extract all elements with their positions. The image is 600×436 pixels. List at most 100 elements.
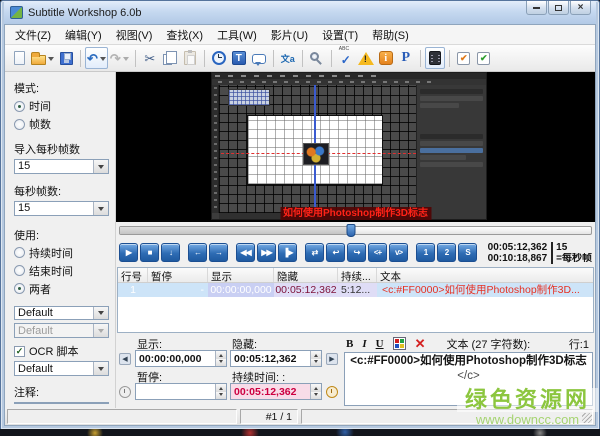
menu-view[interactable]: 视图(V) — [109, 25, 160, 45]
mark-point1-button[interactable]: 1 — [416, 243, 435, 262]
menu-edit[interactable]: 编辑(Y) — [58, 25, 109, 45]
set-hide-time-button[interactable]: v> — [389, 243, 408, 262]
spin-up-icon[interactable] — [311, 384, 321, 392]
comment-button[interactable] — [249, 47, 269, 69]
combo-dropdown-button[interactable] — [93, 307, 108, 320]
validate-edit-button[interactable]: ✔ — [454, 47, 474, 69]
title-bar[interactable]: Subtitle Workshop 6.0b × — [4, 1, 596, 24]
column-header-num[interactable]: 行号 — [118, 268, 148, 282]
charset-main-combo[interactable]: Default — [14, 306, 109, 321]
redo-button[interactable]: ↷ — [108, 47, 131, 69]
maximize-button[interactable] — [548, 1, 569, 15]
undo-button[interactable]: ↶ — [85, 47, 108, 69]
hide-time-value[interactable]: 00:05:12,362 — [231, 351, 310, 366]
subtitle-text-input[interactable]: <c:#FF0000>如何使用Photoshop制作3D标志 </c> — [344, 352, 593, 406]
color-palette-icon[interactable] — [393, 337, 406, 350]
sync-button[interactable]: S — [458, 243, 477, 262]
show-time-value[interactable]: 00:00:00,000 — [136, 351, 215, 366]
search-button[interactable] — [307, 47, 327, 69]
spell-check-button[interactable]: ✓ — [336, 47, 356, 69]
loop-button[interactable]: ⇄ — [305, 243, 324, 262]
set-show-time-button[interactable]: <+ — [368, 243, 387, 262]
duration-clock-icon[interactable] — [326, 386, 338, 398]
translate-button[interactable]: 文a — [278, 47, 298, 69]
rewind-button[interactable]: ◀◀ — [236, 243, 255, 262]
information-button[interactable]: i — [376, 47, 396, 69]
next-subtitle-button[interactable]: ↪ — [347, 243, 366, 262]
menu-search[interactable]: 查找(X) — [159, 25, 210, 45]
duration-value[interactable]: 00:05:12,362 — [231, 384, 310, 399]
play-button[interactable]: ▶ — [119, 243, 138, 262]
work-end-radio[interactable]: 结束时间 — [14, 263, 109, 279]
new-file-button[interactable] — [9, 47, 29, 69]
menu-settings[interactable]: 设置(T) — [315, 25, 365, 45]
checkbox-checked-icon[interactable]: ✓ — [14, 346, 25, 357]
seek-slider[interactable] — [119, 226, 592, 235]
ocr-script-combo[interactable]: Default — [14, 361, 109, 376]
stop-button[interactable]: ■ — [140, 243, 159, 262]
video-preview-toggle[interactable] — [425, 47, 445, 69]
menu-tools[interactable]: 工具(W) — [210, 25, 264, 45]
bold-button[interactable]: B — [346, 338, 353, 350]
spin-up-icon[interactable] — [311, 351, 321, 359]
italic-button[interactable]: I — [362, 338, 366, 350]
spin-up-icon[interactable] — [216, 351, 226, 359]
copy-button[interactable] — [160, 47, 180, 69]
resize-grip[interactable] — [582, 413, 592, 423]
video-preview[interactable]: 如何使用Photoshop制作3D标志 — [116, 72, 595, 222]
combo-dropdown-button[interactable] — [93, 362, 108, 375]
fps-combo[interactable]: 15 — [14, 201, 109, 216]
mode-time-radio[interactable]: 时间 — [14, 98, 109, 114]
hide-time-spinner[interactable]: 00:05:12,362 — [230, 350, 322, 367]
spin-down-icon[interactable] — [216, 359, 226, 367]
undo-dropdown-arrow[interactable] — [100, 57, 106, 64]
scroll-list-button[interactable]: ↓ — [161, 243, 180, 262]
underline-button[interactable]: U — [376, 338, 384, 350]
spin-down-icon[interactable] — [311, 392, 321, 400]
menu-file[interactable]: 文件(Z) — [8, 25, 58, 45]
notes-textarea[interactable] — [14, 402, 109, 404]
paste-button[interactable] — [180, 47, 200, 69]
open-dropdown-arrow[interactable] — [48, 57, 54, 64]
jump-forward-button[interactable]: → — [209, 243, 228, 262]
column-header-hide[interactable]: 隐藏 — [274, 268, 338, 282]
minimize-button[interactable] — [526, 1, 547, 15]
spin-buttons[interactable] — [310, 384, 321, 399]
clear-format-button[interactable]: ✕ — [415, 337, 426, 350]
text-mode-button[interactable]: T — [229, 47, 249, 69]
pause-value[interactable] — [136, 384, 215, 399]
pause-spinner[interactable] — [135, 383, 227, 400]
combo-dropdown-button[interactable] — [93, 202, 108, 215]
validate-ok-button[interactable]: ✔ — [474, 47, 494, 69]
pause-clock-icon[interactable] — [119, 386, 131, 398]
spin-down-icon[interactable] — [311, 359, 321, 367]
menu-movie[interactable]: 影片(U) — [264, 25, 315, 45]
prev-subtitle-button[interactable]: ↩ — [326, 243, 345, 262]
play-rate-button[interactable]: ▐▶ — [278, 243, 297, 262]
redo-dropdown-arrow[interactable] — [123, 57, 129, 64]
cut-button[interactable]: ✂ — [140, 47, 160, 69]
save-button[interactable] — [56, 47, 76, 69]
next-time-icon[interactable]: ▶ — [326, 353, 338, 365]
ocr-checkbox-row[interactable]: ✓ OCR 脚本 — [14, 343, 109, 359]
spin-buttons[interactable] — [310, 351, 321, 366]
seek-thumb[interactable] — [346, 224, 355, 237]
column-header-duration[interactable]: 持续... — [338, 268, 377, 282]
spin-down-icon[interactable] — [216, 392, 226, 400]
spin-buttons[interactable] — [215, 351, 226, 366]
duration-spinner[interactable]: 00:05:12,362 — [230, 383, 322, 400]
errors-button[interactable] — [356, 47, 376, 69]
combo-dropdown-button[interactable] — [93, 160, 108, 173]
pascal-script-button[interactable]: P — [396, 47, 416, 69]
spin-buttons[interactable] — [215, 384, 226, 399]
fast-forward-button[interactable]: ▶▶ — [257, 243, 276, 262]
spin-up-icon[interactable] — [216, 384, 226, 392]
table-row[interactable]: 1 - 00:00:00,000 00:05:12,362 5:12... <c… — [118, 283, 593, 297]
column-header-pause[interactable]: 暂停 — [148, 268, 208, 282]
close-button[interactable]: × — [570, 1, 591, 15]
input-fps-combo[interactable]: 15 — [14, 159, 109, 174]
mark-point2-button[interactable]: 2 — [437, 243, 456, 262]
work-both-radio[interactable]: 两者 — [14, 281, 109, 297]
show-time-spinner[interactable]: 00:00:00,000 — [135, 350, 227, 367]
column-header-text[interactable]: 文本 — [377, 268, 593, 282]
